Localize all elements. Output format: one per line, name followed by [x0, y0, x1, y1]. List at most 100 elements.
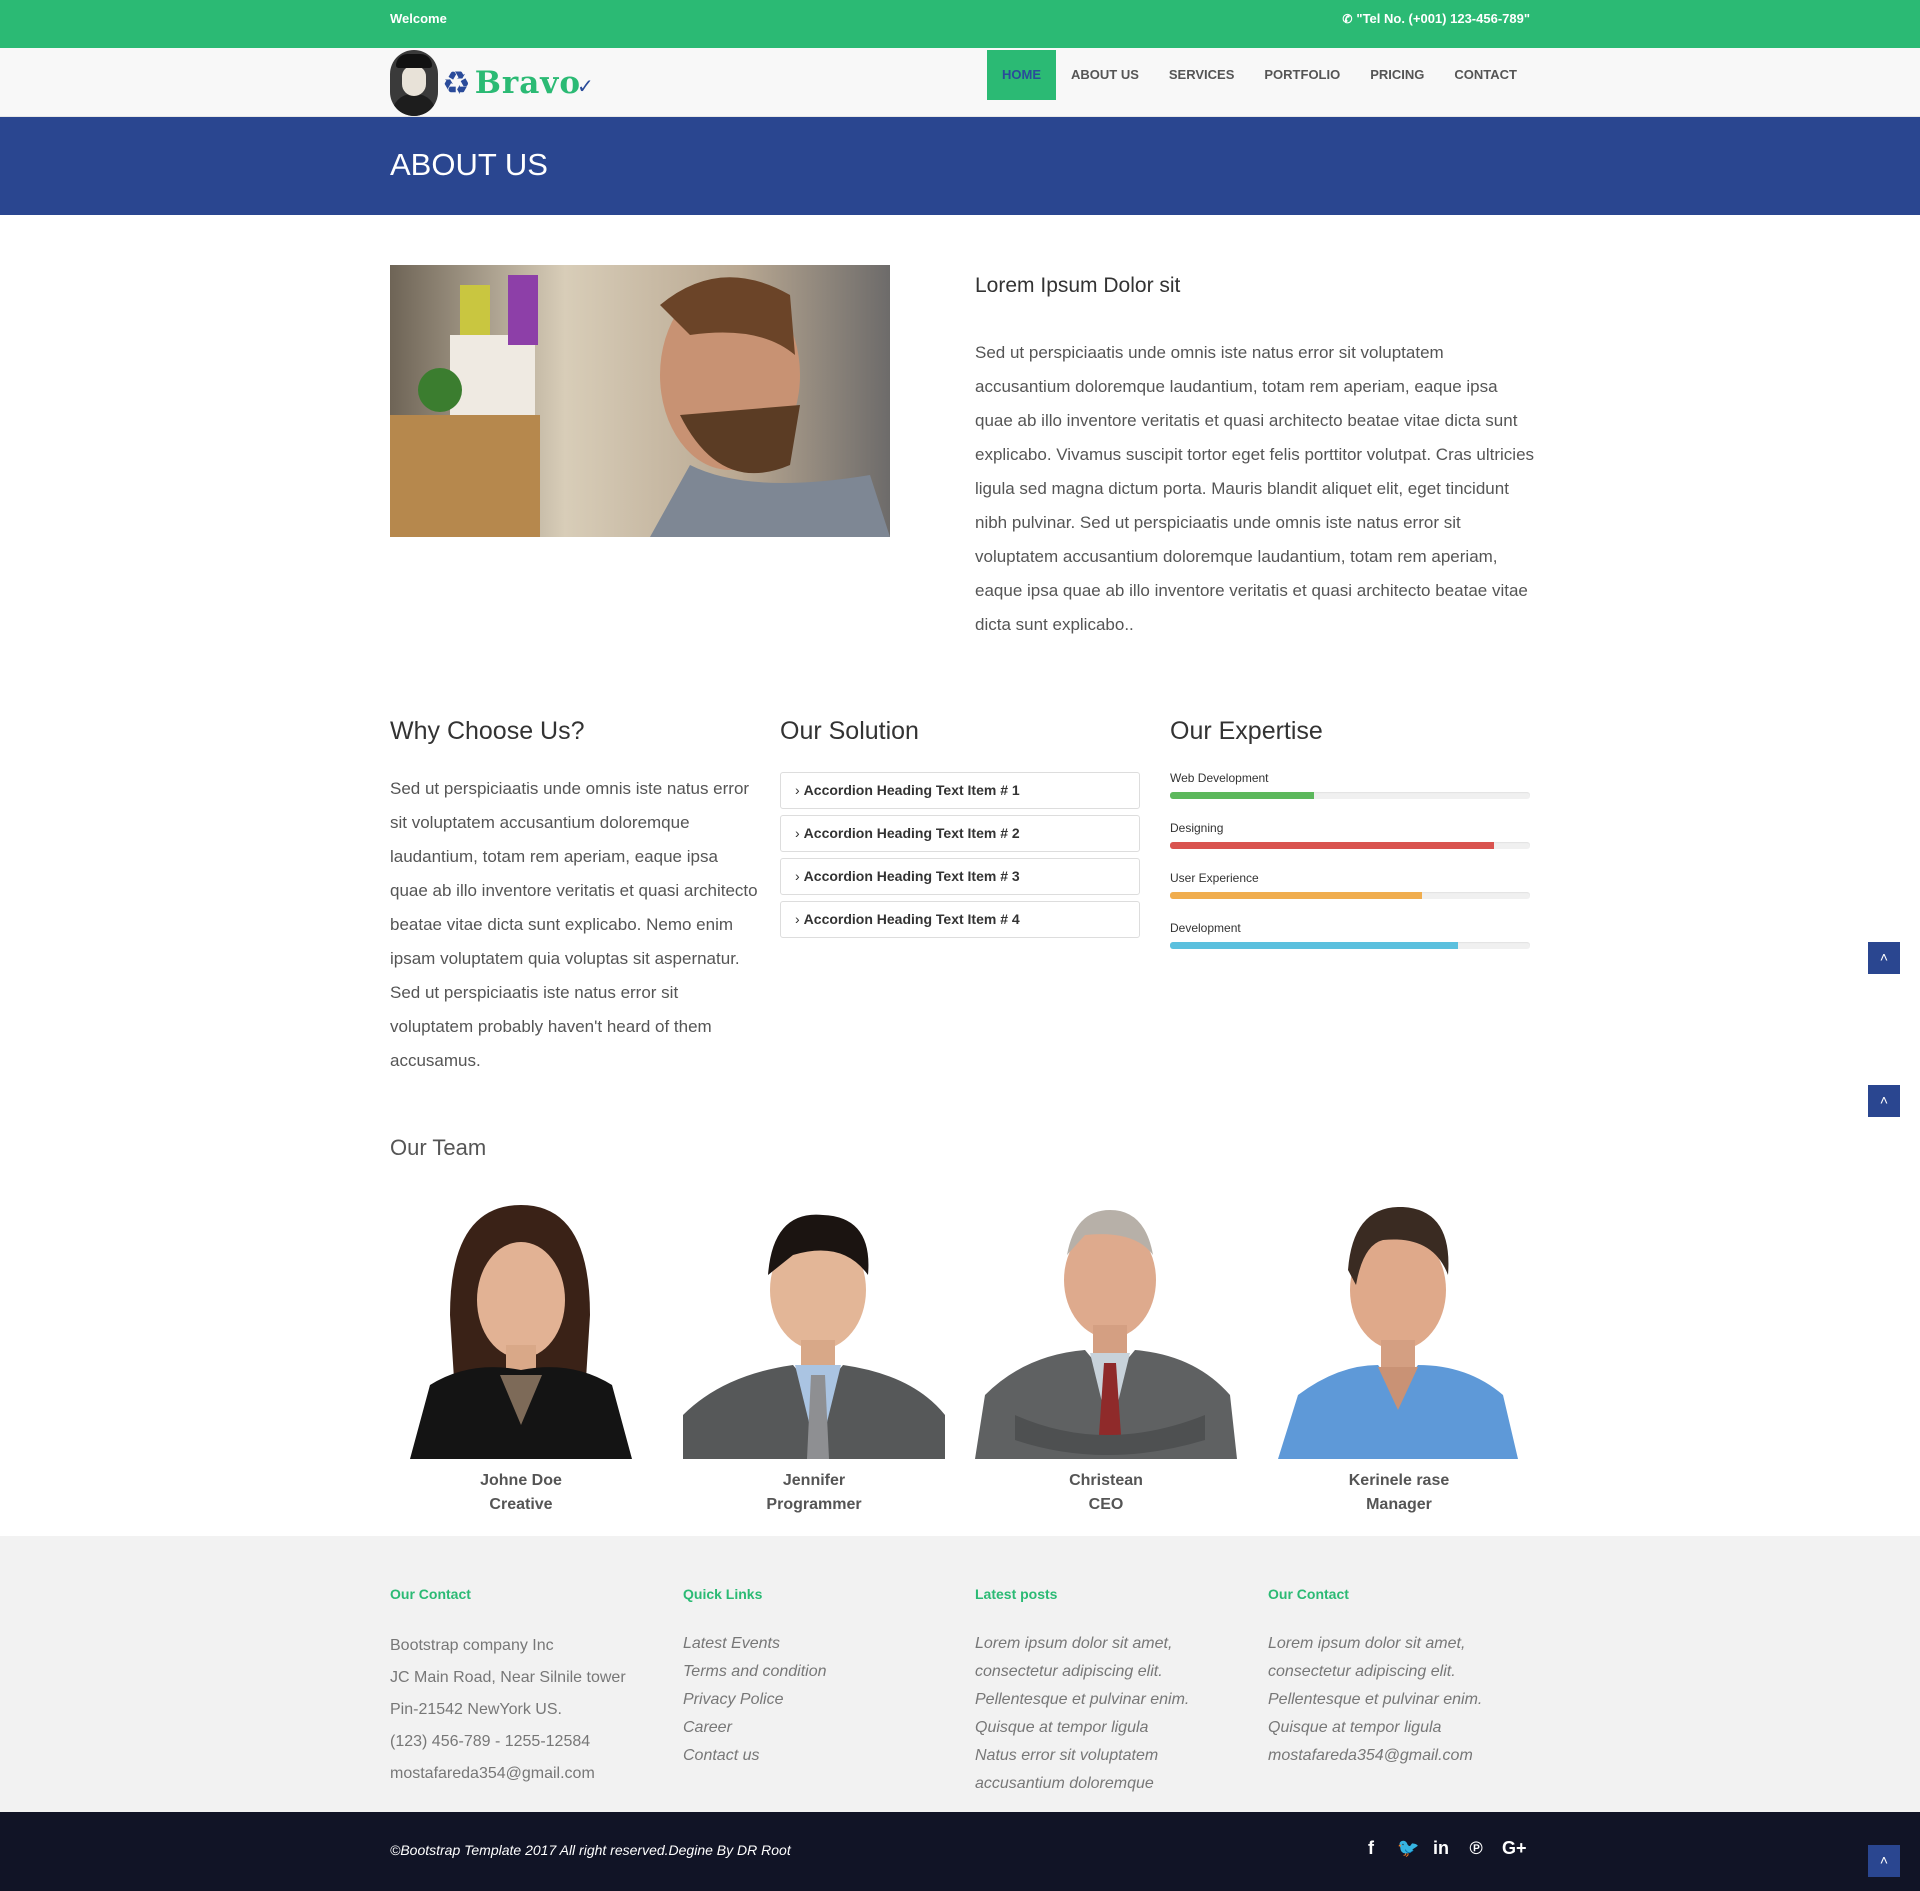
chevron-right-icon: › [795, 868, 800, 884]
team-member-photo [1268, 1195, 1530, 1459]
why-choose-heading: Why Choose Us? [390, 717, 585, 745]
team-member-name: Johne Doe [480, 1472, 562, 1489]
team-member-photo [683, 1195, 945, 1459]
footer-post-line[interactable]: Quisque at tempor ligula [975, 1714, 1245, 1742]
footer-column-title: Our Contact [390, 1586, 471, 1602]
progress-fill [1170, 942, 1458, 949]
accordion-heading: Accordion Heading Text Item # 1 [803, 782, 1020, 798]
team-member-photo [390, 1195, 652, 1459]
team-member-name: Christean [1069, 1472, 1143, 1489]
footer-contact-line: Bootstrap company Inc [390, 1637, 554, 1654]
nav-item-pricing[interactable]: PRICING [1355, 50, 1439, 100]
footer-link[interactable]: Contact us [683, 1742, 953, 1770]
accordion-item[interactable]: › Accordion Heading Text Item # 4 [780, 901, 1140, 938]
accordion-item[interactable]: › Accordion Heading Text Item # 1 [780, 772, 1140, 809]
progress-track [1170, 842, 1530, 849]
skill-development: Development [1170, 920, 1530, 970]
progress-track [1170, 942, 1530, 949]
skill-web-development: Web Development [1170, 770, 1530, 820]
footer-link[interactable]: Privacy Police [683, 1686, 953, 1714]
accordion-item[interactable]: › Accordion Heading Text Item # 2 [780, 815, 1140, 852]
team-member-card: Johne Doe Creative [390, 1195, 652, 1517]
footer-quick-links-column: Quick Links Latest Events Terms and cond… [683, 1586, 953, 1770]
page-title: ABOUT US [390, 147, 548, 182]
chevron-up-icon: ˄ [1879, 1092, 1889, 1108]
team-member-name: Kerinele rase [1348, 1472, 1450, 1489]
scroll-top-button[interactable]: ˄ [1868, 942, 1900, 974]
accordion-heading: Accordion Heading Text Item # 4 [803, 911, 1020, 927]
main-navbar: ♻ Bravo ✓ HOME ABOUT US SERVICES PORTFOL… [0, 48, 1920, 117]
footer-link[interactable]: Career [683, 1714, 953, 1742]
footer-link[interactable]: Latest Events [683, 1630, 953, 1658]
footer-contact-email[interactable]: mostafareda354@gmail.com [390, 1758, 660, 1790]
footer-column-title: Our Contact [1268, 1586, 1349, 1602]
skills-list: Web Development Designing User Experienc… [1170, 770, 1530, 970]
top-bar: Welcome ✆ "Tel No. (+001) 123-456-789" [0, 0, 1920, 48]
logo-avatar-image [390, 50, 438, 116]
about-paragraph: Sed ut perspiciaatis unde omnis iste nat… [975, 343, 1535, 634]
team-member-role: Programmer [766, 1496, 862, 1513]
team-member-card: Kerinele rase Manager [1268, 1195, 1530, 1517]
skill-designing: Designing [1170, 820, 1530, 870]
about-heading: Lorem Ipsum Dolor sit [975, 274, 1181, 297]
scroll-top-button[interactable]: ˄ [1868, 1845, 1900, 1877]
scroll-top-button[interactable]: ˄ [1868, 1085, 1900, 1117]
footer-post-line[interactable]: accusantium doloremque [975, 1770, 1245, 1798]
why-choose-paragraph: Sed ut perspiciaatis unde omnis iste nat… [390, 779, 758, 1070]
footer-contact-line: JC Main Road, Near Silnile tower [390, 1669, 626, 1686]
pinterest-icon[interactable]: ℗ [1467, 1838, 1485, 1859]
team-member-card: Jennifer Programmer [683, 1195, 945, 1517]
social-links: f 🐦 in ℗ G+ [1362, 1838, 1527, 1859]
nav-item-services[interactable]: SERVICES [1154, 50, 1250, 100]
footer: Our Contact Bootstrap company Inc JC Mai… [0, 1536, 1920, 1812]
footer-contact-column-2: Our Contact Lorem ipsum dolor sit amet, … [1268, 1586, 1538, 1770]
phone-icon: ✆ [1342, 12, 1353, 26]
nav-item-home[interactable]: HOME [986, 50, 1056, 100]
copyright-bar: ©Bootstrap Template 2017 All right reser… [0, 1812, 1920, 1891]
progress-fill [1170, 892, 1422, 899]
footer-column-title: Latest posts [975, 1586, 1058, 1602]
twitter-icon[interactable]: 🐦 [1397, 1838, 1419, 1859]
footer-post-line[interactable]: Lorem ipsum dolor sit amet, [975, 1630, 1245, 1658]
footer-contact-column: Our Contact Bootstrap company Inc JC Mai… [390, 1586, 660, 1790]
footer-contact-line: consectetur adipiscing elit. [1268, 1663, 1456, 1680]
chevron-right-icon: › [795, 825, 800, 841]
footer-post-line[interactable]: Natus error sit voluptatem [975, 1742, 1245, 1770]
linkedin-icon[interactable]: in [1432, 1838, 1450, 1859]
nav-item-portfolio[interactable]: PORTFOLIO [1249, 50, 1355, 100]
footer-contact-email[interactable]: mostafareda354@gmail.com [1268, 1742, 1538, 1770]
skill-label: User Experience [1170, 871, 1259, 885]
nav-item-contact[interactable]: CONTACT [1439, 50, 1532, 100]
accordion-heading: Accordion Heading Text Item # 3 [803, 868, 1020, 884]
footer-contact-line: (123) 456-789 - 1255-12584 [390, 1733, 591, 1750]
nav-item-about-us[interactable]: ABOUT US [1056, 50, 1154, 100]
team-heading: Our Team [390, 1135, 487, 1160]
accordion-item[interactable]: › Accordion Heading Text Item # 3 [780, 858, 1140, 895]
nav-menu: HOME ABOUT US SERVICES PORTFOLIO PRICING… [986, 50, 1532, 100]
facebook-icon[interactable]: f [1362, 1838, 1380, 1859]
progress-fill [1170, 842, 1494, 849]
team-member-role: CEO [1088, 1496, 1124, 1513]
phone-text: "Tel No. (+001) 123-456-789" [1356, 11, 1530, 26]
team-member-card: Christean CEO [975, 1195, 1237, 1517]
welcome-text: Welcome [390, 11, 447, 26]
footer-post-line[interactable]: Pellentesque et pulvinar enim. [975, 1686, 1245, 1714]
footer-contact-line: Pin-21542 NewYork US. [390, 1701, 562, 1718]
phone-number[interactable]: ✆ "Tel No. (+001) 123-456-789" [1342, 11, 1530, 26]
footer-contact-line: Lorem ipsum dolor sit amet, [1268, 1635, 1466, 1652]
footer-link[interactable]: Terms and condition [683, 1658, 953, 1686]
footer-latest-posts-column: Latest posts Lorem ipsum dolor sit amet,… [975, 1586, 1245, 1798]
footer-post-line[interactable]: consectetur adipiscing elit. [975, 1658, 1245, 1686]
brand-name: Bravo [474, 65, 581, 101]
chevron-right-icon: › [795, 782, 800, 798]
team-member-role: Creative [489, 1496, 553, 1513]
recycle-icon: ♻ [442, 65, 471, 101]
solution-accordion: › Accordion Heading Text Item # 1 › Accord… [780, 772, 1140, 944]
team-member-role: Manager [1366, 1496, 1432, 1513]
brand-logo[interactable]: ♻ Bravo ✓ [390, 50, 594, 116]
progress-fill [1170, 792, 1314, 799]
checkmark-icon: ✓ [577, 75, 594, 98]
google-plus-icon[interactable]: G+ [1502, 1838, 1527, 1859]
footer-contact-line: Quisque at tempor ligula [1268, 1719, 1442, 1736]
progress-track [1170, 892, 1530, 899]
